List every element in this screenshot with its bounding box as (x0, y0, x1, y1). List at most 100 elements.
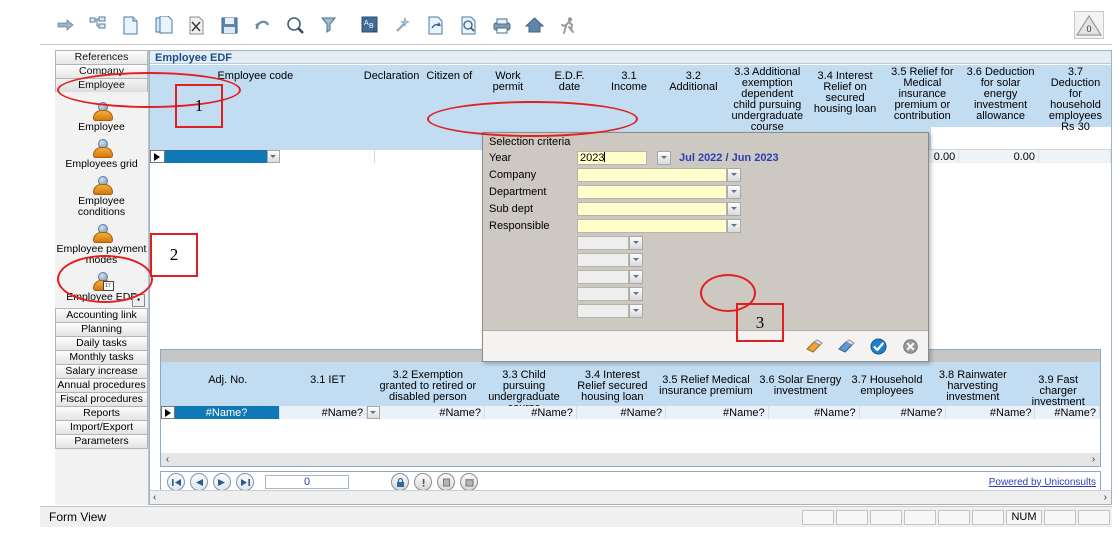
extra-input-4[interactable] (577, 287, 629, 301)
bh-interest-relief[interactable]: 3.4 Interest Relief secured housing loan (569, 362, 656, 406)
sidebar-collapse-button[interactable]: ▪ (132, 294, 145, 307)
col-citizen-of[interactable]: Citizen of (422, 65, 476, 127)
company-dropdown-button[interactable] (727, 168, 741, 182)
reset-button[interactable] (836, 336, 856, 356)
bc-child-undergrad[interactable]: #Name? (485, 406, 577, 419)
extra-dropdown-5[interactable] (629, 304, 643, 318)
bottom-grid-horizontal-scrollbar[interactable]: ‹ › (161, 453, 1100, 466)
sidebar-group-fiscal-procedures[interactable]: Fiscal procedures (55, 392, 148, 406)
extra-dropdown-3[interactable] (629, 270, 643, 284)
responsible-input[interactable] (577, 219, 727, 233)
cell-household-deduction[interactable] (1039, 150, 1111, 163)
subdept-input[interactable] (577, 202, 727, 216)
col-work-permit[interactable]: Work permit (476, 65, 539, 127)
main-scroll-right-arrow[interactable]: › (1104, 492, 1111, 503)
col-employee-code[interactable]: Employee code (150, 65, 361, 127)
col-edf-date[interactable]: E.D.F. date (540, 65, 600, 127)
extra-input-2[interactable] (577, 253, 629, 267)
copy-icon[interactable] (147, 8, 180, 42)
sidebar-item-employee-conditions[interactable]: Employee conditions (55, 175, 148, 218)
spellcheck-icon[interactable]: ABC (353, 8, 386, 42)
col-medical-relief[interactable]: 3.5 Relief for Medical insurance premium… (883, 65, 961, 127)
first-record-button[interactable] (167, 473, 185, 491)
bh-rainwater[interactable]: 3.8 Rainwater harvesting investment (929, 362, 1016, 406)
bh-iet[interactable]: 3.1 IET (279, 362, 376, 406)
bc-fast-charger[interactable]: #Name? (1035, 406, 1099, 419)
responsible-dropdown-button[interactable] (727, 219, 741, 233)
sidebar-group-planning[interactable]: Planning (55, 322, 148, 336)
sidebar-group-accounting-link[interactable]: Accounting link (55, 308, 148, 322)
sidebar-group-salary-increase[interactable]: Salary increase (55, 364, 148, 378)
next-record-button[interactable] (213, 473, 231, 491)
info-button[interactable] (414, 473, 432, 491)
extra-input-5[interactable] (577, 304, 629, 318)
extra-dropdown-2[interactable] (629, 253, 643, 267)
bh-fast-charger[interactable]: 3.9 Fast charger investment (1016, 362, 1100, 406)
sidebar-item-employee[interactable]: Employee (55, 101, 148, 133)
subdept-dropdown-button[interactable] (727, 202, 741, 216)
col-additional-exemption[interactable]: 3.3 Additional exemption dependent child… (728, 65, 807, 127)
bottom-grid-data-row[interactable]: #Name? #Name? #Name? #Name? #Name? #Name… (161, 406, 1100, 419)
search-icon[interactable] (279, 8, 312, 42)
col-solar-deduction[interactable]: 3.6 Deduction for solar energy investmen… (961, 65, 1040, 127)
bc-exemption-retired[interactable]: #Name? (380, 406, 485, 419)
ok-button[interactable] (868, 336, 888, 356)
bh-medical-relief[interactable]: 3.5 Relief Medical insurance premium (656, 362, 756, 406)
tree-view-icon[interactable] (81, 8, 114, 42)
cell-solar-deduction[interactable]: 0.00 (959, 150, 1039, 163)
extra-dropdown-4[interactable] (629, 287, 643, 301)
run-icon[interactable] (551, 8, 584, 42)
sidebar-group-daily-tasks[interactable]: Daily tasks (55, 336, 148, 350)
sidebar-item-employee-payment-modes[interactable]: Employee payment modes (55, 223, 148, 266)
print-icon[interactable] (485, 8, 518, 42)
sidebar-tab-company[interactable]: Company (55, 64, 148, 78)
bh-exemption-retired[interactable]: 3.2 Exemption granted to retired or disa… (377, 362, 480, 406)
bc-iet[interactable]: #Name? (280, 406, 367, 419)
col-interest-relief[interactable]: 3.4 Interest Relief on secured housing l… (807, 65, 884, 127)
extra-dropdown-1[interactable] (629, 236, 643, 250)
sidebar-group-parameters[interactable]: Parameters (55, 434, 148, 449)
cell-declaration[interactable] (280, 150, 375, 163)
bh-adj-no[interactable]: Adj. No. (176, 362, 279, 406)
bottom-record-selector-arrow[interactable] (161, 406, 175, 419)
delete-record-icon[interactable] (180, 8, 213, 42)
home-icon[interactable] (518, 8, 551, 42)
bh-solar-energy[interactable]: 3.6 Solar Energy investment (756, 362, 845, 406)
main-scroll-left-arrow[interactable]: ‹ (150, 492, 156, 503)
extra-input-3[interactable] (577, 270, 629, 284)
bc-solar-energy[interactable]: #Name? (769, 406, 860, 419)
last-record-button[interactable] (236, 473, 254, 491)
bh-household-employees[interactable]: 3.7 Household employees (845, 362, 930, 406)
scroll-right-arrow[interactable]: › (1087, 454, 1100, 465)
undo-icon[interactable] (246, 8, 279, 42)
lock-button[interactable] (391, 473, 409, 491)
department-input[interactable] (577, 185, 727, 199)
magic-wand-icon[interactable] (386, 8, 419, 42)
bc-adj-no[interactable]: #Name? (175, 406, 280, 419)
powered-by-link[interactable]: Powered by Uniconsults (989, 477, 1096, 488)
record-selector-arrow[interactable] (150, 150, 165, 163)
previous-record-button[interactable] (190, 473, 208, 491)
sidebar-item-employees-grid[interactable]: Employees grid (55, 138, 148, 170)
record-number-input[interactable]: 0 (265, 475, 349, 489)
clear-button[interactable] (804, 336, 824, 356)
company-input[interactable] (577, 168, 727, 182)
bc-household-employees[interactable]: #Name? (860, 406, 947, 419)
bh-child-undergrad[interactable]: 3.3 Child pursuing undergraduate course (479, 362, 569, 406)
col-additional[interactable]: 3.2 Additional (659, 65, 728, 127)
sidebar-group-monthly-tasks[interactable]: Monthly tasks (55, 350, 148, 364)
bc-medical-relief[interactable]: #Name? (666, 406, 769, 419)
filter-icon[interactable] (312, 8, 345, 42)
export-icon[interactable] (419, 8, 452, 42)
back-arrow-icon[interactable] (48, 8, 81, 42)
sidebar-tab-employee[interactable]: Employee (55, 78, 148, 92)
main-horizontal-scrollbar[interactable]: ‹ › (150, 490, 1111, 504)
preview-icon[interactable] (452, 8, 485, 42)
col-household-deduction[interactable]: 3.7 Deduction for household employees Rs… (1040, 65, 1111, 127)
bc-rainwater[interactable]: #Name? (946, 406, 1035, 419)
cancel-button[interactable] (900, 336, 920, 356)
sidebar-group-annual-procedures[interactable]: Annual procedures (55, 378, 148, 392)
extra-input-1[interactable] (577, 236, 629, 250)
year-input[interactable]: 2023 (577, 151, 647, 165)
warning-count-button[interactable]: 0 (1072, 8, 1106, 42)
